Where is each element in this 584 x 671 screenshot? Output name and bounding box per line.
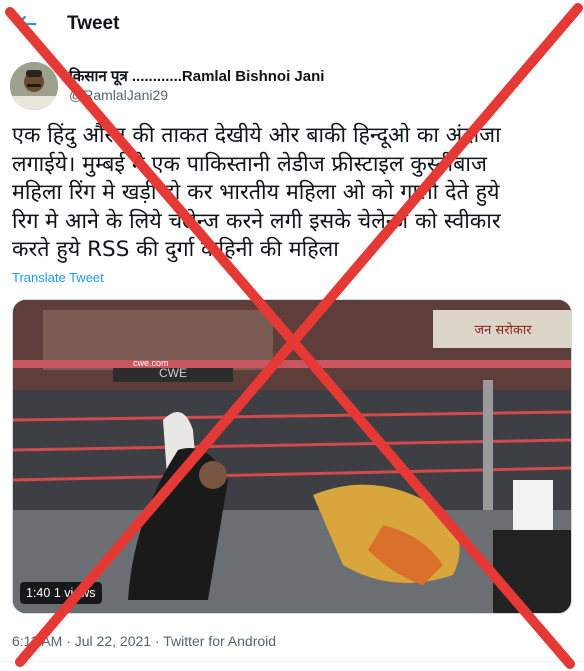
video-views: 1 views	[53, 586, 96, 600]
page-title: Tweet	[67, 13, 120, 34]
video-thumbnail: CWE cwe.com जन सरोकार	[13, 300, 571, 613]
tweet-line: एक हिंदु औरत की ताकत देखीये ओर बाकी हिन्…	[12, 123, 501, 148]
video-duration: 1:40	[26, 586, 51, 600]
sign-text: cwe.com	[133, 358, 169, 368]
banner-text: CWE	[159, 366, 187, 380]
translate-tweet-link[interactable]: Translate Tweet	[12, 270, 104, 285]
tweet-line: रिग मे आने के लिये चेलेन्ज करने लगी इसके…	[12, 208, 501, 234]
divider	[0, 661, 584, 662]
avatar[interactable]	[10, 62, 58, 110]
tweet-metadata[interactable]: 6:11 AM · Jul 22, 2021 · Twitter for And…	[12, 633, 276, 649]
author-name[interactable]: किसान पूत्र ............Ramlal Bishnoi J…	[69, 66, 324, 86]
tweet-line: लगाईये। मुम्बई मे एक पाकिस्तानी लेडीज फ्…	[12, 151, 487, 177]
video-player[interactable]: CWE cwe.com जन सरोकार	[12, 299, 572, 614]
back-arrow-icon[interactable]	[12, 10, 40, 38]
video-duration-badge: 1:40 1 views	[20, 582, 102, 604]
tweet-text: एक हिंदु औरत की ताकत देखीये ओर बाकी हिन्…	[12, 122, 580, 265]
tweet-line: महिला रिंग मे खड़ी हो कर भारतीय महिला ओ …	[12, 180, 500, 205]
author-handle[interactable]: @RamlalJani29	[69, 87, 168, 103]
channel-overlay-text: जन सरोकार	[474, 322, 532, 338]
top-header: Tweet	[0, 0, 584, 50]
tweet-line: करते हुये RSS की दुर्गा वाहिनी की महिला	[12, 237, 339, 262]
